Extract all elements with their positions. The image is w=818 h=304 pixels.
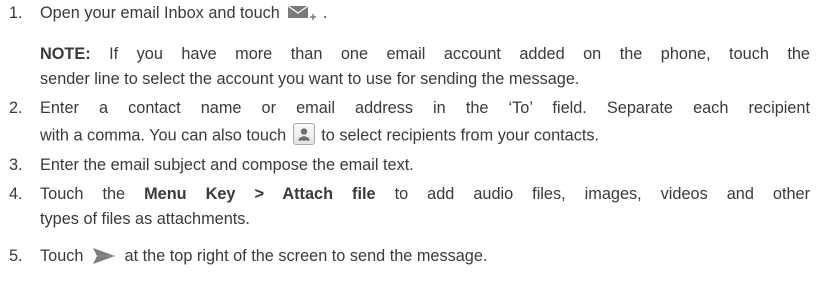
step-3-text: Enter the email subject and compose the … — [40, 156, 414, 174]
step-4-menu-path: Menu Key > Attach file — [144, 185, 376, 203]
step-1-number: 1. — [9, 4, 23, 22]
step-5-text-1: Touch — [40, 247, 84, 265]
step-2-line-2: with a comma. You can also touch to sele… — [40, 123, 600, 147]
step-5-text-2: at the top right of the screen to send t… — [119, 247, 488, 265]
note-label: NOTE: — [40, 45, 91, 63]
note-text-2: sender line to select the account you wa… — [40, 70, 580, 88]
step-5-number: 5. — [9, 247, 23, 265]
note-text-1: If you have more than one email account … — [90, 45, 810, 63]
step-4-text-1: Touch the — [40, 185, 145, 203]
step-1-text-end: . — [318, 4, 328, 22]
step-2-text-1: Enter a contact name or email address in… — [40, 99, 810, 117]
contact-picker-icon[interactable] — [292, 123, 315, 145]
send-icon — [91, 246, 117, 266]
step-4-line-2: types of files as attachments. — [40, 209, 250, 229]
step-1-text: Open your email Inbox and touch — [40, 4, 280, 22]
note-line-2: sender line to select the account you wa… — [40, 69, 579, 89]
compose-email-icon — [286, 2, 317, 22]
step-2-text-2: with a comma. You can also touch — [40, 126, 287, 145]
note-line-1: NOTE: If you have more than one email ac… — [40, 44, 810, 64]
step-4-text-2: to add audio files, images, videos and o… — [375, 185, 811, 203]
step-2-text-3: to select recipients from your contacts. — [316, 126, 600, 145]
step-4-text-3: types of files as attachments. — [40, 210, 250, 228]
step-4-number: 4. — [9, 185, 23, 203]
step-3-number: 3. — [9, 156, 23, 174]
instruction-document: 1. Open your email Inbox and touch . NOT… — [0, 0, 818, 304]
step-2-number: 2. — [9, 99, 23, 117]
